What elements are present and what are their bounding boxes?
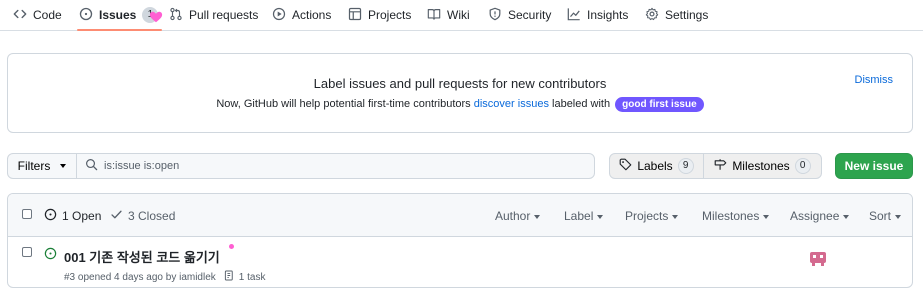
assignee-label: Assignee bbox=[790, 209, 840, 223]
tab-pull-requests-label: Pull requests bbox=[189, 8, 259, 22]
unread-dot bbox=[229, 244, 234, 249]
sort-dropdown[interactable]: Sort bbox=[869, 209, 902, 223]
open-issues-label: 1 Open bbox=[62, 209, 102, 223]
issue-title-link[interactable]: 001 기존 작성된 코드 옮기기 bbox=[64, 247, 220, 266]
chevron-down-icon bbox=[60, 164, 67, 168]
closed-issues-label: 3 Closed bbox=[128, 209, 176, 223]
tab-code[interactable]: Code bbox=[13, 0, 62, 30]
assignee-avatar[interactable] bbox=[808, 249, 828, 267]
chevron-down-icon bbox=[597, 214, 604, 219]
tab-wiki-label: Wiki bbox=[447, 8, 470, 22]
tab-insights[interactable]: Insights bbox=[567, 0, 628, 30]
author-dropdown[interactable]: Author bbox=[495, 209, 541, 223]
milestones-dropdown[interactable]: Milestones bbox=[702, 209, 770, 223]
label-label: Label bbox=[564, 209, 594, 223]
gear-icon bbox=[645, 7, 659, 24]
closed-issues-filter[interactable]: 3 Closed bbox=[110, 208, 175, 224]
tab-issues-label: Issues bbox=[99, 8, 137, 22]
heart-icon bbox=[149, 10, 163, 24]
projects-label: Projects bbox=[625, 209, 669, 223]
issue-checkbox[interactable] bbox=[22, 247, 32, 257]
labels-label: Labels bbox=[637, 159, 673, 173]
banner-text-after: labeled with bbox=[548, 98, 614, 110]
tab-wiki[interactable]: Wiki bbox=[427, 0, 470, 30]
label-dropdown[interactable]: Label bbox=[564, 209, 604, 223]
tab-security[interactable]: Security bbox=[488, 0, 551, 30]
banner-title: Label issues and pull requests for new c… bbox=[313, 76, 607, 91]
tab-code-label: Code bbox=[33, 8, 62, 22]
labels-button[interactable]: Labels 9 bbox=[609, 153, 704, 179]
issue-opened-icon bbox=[44, 247, 57, 263]
milestones-button[interactable]: Milestones 0 bbox=[703, 153, 822, 179]
issue-opened-icon bbox=[79, 7, 93, 24]
graph-icon bbox=[567, 7, 581, 24]
issues-list: 1 Open 3 Closed Author Label Projects Mi… bbox=[7, 193, 913, 288]
tab-projects-label: Projects bbox=[368, 8, 412, 22]
filters-label: Filters bbox=[17, 159, 51, 173]
issues-list-header: 1 Open 3 Closed Author Label Projects Mi… bbox=[8, 194, 912, 237]
search-icon bbox=[85, 158, 98, 174]
author-label: Author bbox=[495, 209, 531, 223]
milestone-icon bbox=[714, 158, 727, 174]
banner-text: Now, GitHub will help potential first-ti… bbox=[8, 97, 912, 112]
issue-opened-icon bbox=[44, 208, 57, 224]
dismiss-button[interactable]: Dismiss bbox=[855, 74, 894, 86]
milestones-dd-label: Milestones bbox=[702, 209, 760, 223]
tab-actions[interactable]: Actions bbox=[272, 0, 331, 30]
good-first-issue-banner: Label issues and pull requests for new c… bbox=[7, 53, 913, 133]
banner-text-before: Now, GitHub will help potential first-ti… bbox=[216, 98, 474, 110]
milestones-counter: 0 bbox=[794, 158, 811, 174]
tab-pull-requests[interactable]: Pull requests bbox=[169, 0, 258, 30]
book-icon bbox=[427, 7, 441, 24]
chevron-down-icon bbox=[895, 214, 902, 219]
tab-security-label: Security bbox=[508, 8, 552, 22]
chevron-down-icon bbox=[763, 214, 770, 219]
labels-counter: 9 bbox=[677, 158, 694, 174]
tab-insights-label: Insights bbox=[587, 8, 629, 22]
good-first-issue-label[interactable]: good first issue bbox=[615, 97, 704, 112]
projects-dropdown[interactable]: Projects bbox=[625, 209, 679, 223]
issue-meta: #3 opened 4 days ago by iamidlek 1 task bbox=[64, 270, 265, 284]
discover-issues-link[interactable]: discover issues bbox=[474, 98, 549, 110]
tab-actions-label: Actions bbox=[292, 8, 332, 22]
table-row[interactable]: 001 기존 작성된 코드 옮기기 #3 opened 4 days ago b… bbox=[8, 237, 912, 287]
open-issues-filter[interactable]: 1 Open bbox=[44, 208, 101, 224]
check-icon bbox=[110, 208, 123, 224]
repo-nav: Code Issues 1 Pull requests Actions Proj… bbox=[0, 0, 923, 31]
milestones-label: Milestones bbox=[732, 159, 790, 173]
search-field[interactable] bbox=[76, 153, 595, 179]
chevron-down-icon bbox=[843, 214, 850, 219]
assignee-dropdown[interactable]: Assignee bbox=[790, 209, 850, 223]
git-pull-request-icon bbox=[169, 7, 183, 24]
tab-projects[interactable]: Projects bbox=[348, 0, 411, 30]
issue-meta-text: #3 opened 4 days ago by iamidlek bbox=[64, 271, 216, 283]
tab-issues[interactable]: Issues 1 bbox=[76, 0, 163, 31]
filters-button[interactable]: Filters bbox=[7, 153, 77, 179]
tab-settings[interactable]: Settings bbox=[645, 0, 708, 30]
code-icon bbox=[13, 7, 27, 24]
tasklist-icon bbox=[224, 270, 235, 284]
shield-icon bbox=[488, 7, 502, 24]
chevron-down-icon bbox=[672, 214, 679, 219]
new-issue-button[interactable]: New issue bbox=[835, 153, 913, 179]
search-input[interactable] bbox=[104, 160, 584, 172]
table-icon bbox=[348, 7, 362, 24]
chevron-down-icon bbox=[534, 214, 541, 219]
tab-settings-label: Settings bbox=[665, 8, 709, 22]
issue-task-count: 1 task bbox=[238, 271, 266, 283]
select-all-checkbox[interactable] bbox=[22, 209, 32, 219]
tag-icon bbox=[619, 158, 632, 174]
play-icon bbox=[272, 7, 286, 24]
sort-label: Sort bbox=[869, 209, 892, 223]
